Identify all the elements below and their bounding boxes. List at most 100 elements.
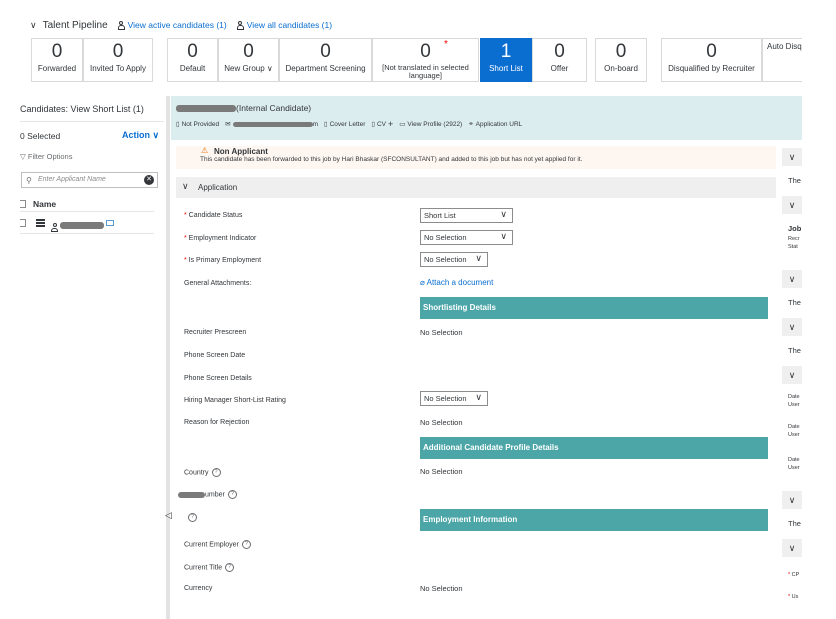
view-active-candidates-link[interactable]: View active candidates (1): [117, 20, 227, 30]
stage-tile-department-screening[interactable]: 0 Department Screening: [279, 38, 372, 82]
right-panel-text: Job: [788, 224, 802, 233]
stage-tile-new-group[interactable]: 0 New Group ∨: [218, 38, 279, 82]
candidate-links: ▯ Not Provided ✉ m ▯ Cover Letter ▯ CV + ▭ Vie…: [176, 119, 523, 129]
employment-information-header: Employment Information: [420, 509, 768, 531]
filter-icon: ▽: [20, 152, 28, 161]
row-checkbox[interactable]: [20, 219, 26, 227]
view-profile-link[interactable]: View Profile (2922): [407, 121, 462, 128]
phone-screen-details-label: Phone Screen Details: [184, 375, 252, 382]
recruiter-prescreen-value: No Selection: [420, 328, 463, 337]
action-menu-button[interactable]: Action ∨: [122, 130, 159, 141]
expand-panel-button[interactable]: ∨: [782, 539, 802, 557]
right-panel-text: Date: [788, 394, 800, 400]
help-icon[interactable]: ?: [241, 540, 251, 549]
document-icon: ▯: [324, 121, 328, 128]
chevron-down-icon[interactable]: ∨: [30, 20, 37, 31]
divider: [20, 121, 164, 122]
recruiter-prescreen-label: Recruiter Prescreen: [184, 329, 247, 336]
expand-panel-button[interactable]: ∨: [782, 318, 802, 336]
currency-value: No Selection: [420, 584, 463, 593]
divider: [20, 233, 154, 234]
chevron-down-icon: ∨: [182, 181, 189, 191]
chevron-down-icon: ∨: [475, 253, 482, 263]
person-icon: [51, 223, 58, 232]
selected-count: 0 Selected: [20, 131, 61, 141]
stage-tile-onboard[interactable]: 0 On-board: [595, 38, 647, 82]
chevron-down-icon: ∨: [475, 392, 482, 402]
select-all-checkbox[interactable]: [20, 200, 26, 208]
employment-indicator-select[interactable]: No Selection ∨: [420, 230, 513, 245]
pipeline-title: Talent Pipeline: [42, 19, 108, 31]
expand-panel-button[interactable]: ∨: [782, 366, 802, 384]
cv-link[interactable]: CV: [377, 121, 386, 128]
right-panel-text: Stat: [788, 244, 798, 250]
stage-tile-offer[interactable]: 0 Offer: [532, 38, 587, 82]
document-icon: ▯: [371, 121, 375, 128]
right-panel-text: User: [788, 465, 800, 471]
general-attachments-label: General Attachments:: [184, 280, 252, 287]
stage-tile-forwarded[interactable]: 0 Forwarded: [31, 38, 83, 82]
applicant-search-input[interactable]: ⚲ Enter Applicant Name ✕: [21, 172, 158, 188]
stage-tile-auto-disqualified[interactable]: Auto Disqu: [762, 38, 802, 82]
current-title-label: Current Title?: [184, 563, 235, 572]
right-panel-text: Date: [788, 424, 800, 430]
clear-icon[interactable]: ✕: [144, 175, 154, 185]
required-star: *: [444, 39, 448, 50]
stage-tile-disqualified[interactable]: 0 Disqualified by Recruiter: [661, 38, 762, 82]
non-applicant-warning: ⚠ Non Applicant This candidate has been …: [176, 146, 776, 169]
name-column-header[interactable]: Name: [33, 199, 56, 209]
stage-tile-short-list[interactable]: 1 Short List: [480, 38, 532, 82]
application-section-header[interactable]: ∨ Application: [176, 177, 776, 198]
help-icon[interactable]: ?: [227, 490, 237, 499]
help-icon[interactable]: ?: [211, 468, 221, 477]
menu-icon[interactable]: [36, 219, 45, 227]
primary-employment-label: * Is Primary Employment: [184, 257, 262, 264]
phone-icon: ▯: [176, 121, 180, 128]
candidate-status-select[interactable]: Short List ∨: [420, 208, 513, 223]
cover-letter-link[interactable]: Cover Letter: [330, 121, 366, 128]
expand-panel-button[interactable]: ∨: [782, 196, 802, 214]
link-icon: ⚭: [468, 121, 474, 128]
help-icon[interactable]: ?: [188, 513, 197, 522]
right-panel-text: Recr: [788, 236, 800, 242]
right-panel-text: The: [788, 176, 801, 185]
panel-splitter[interactable]: [166, 96, 170, 619]
hm-rating-select[interactable]: No Selection ∨: [420, 391, 488, 406]
divider: [20, 211, 154, 212]
stage-tile-default[interactable]: 0 Default: [167, 38, 218, 82]
employment-indicator-label: * Employment Indicator: [184, 235, 257, 242]
mail-icon: ✉: [225, 121, 231, 128]
country-value: No Selection: [420, 467, 463, 476]
help-icon[interactable]: ?: [225, 563, 235, 572]
application-url-link[interactable]: Application URL: [476, 121, 523, 128]
expand-panel-button[interactable]: ∨: [782, 491, 802, 509]
redacted-name: [176, 105, 236, 113]
phone-screen-date-label: Phone Screen Date: [184, 352, 246, 359]
reason-rejection-label: Reason for Rejection: [184, 419, 250, 426]
add-icon[interactable]: +: [388, 119, 393, 129]
country-label: Country?: [184, 468, 221, 477]
attach-document-link[interactable]: ⌀ Attach a document: [420, 278, 493, 287]
stage-tile-not-translated[interactable]: * 0 [Not translated in selected language]: [372, 38, 479, 82]
right-panel-text: The: [788, 519, 801, 528]
right-panel-text: User: [788, 432, 800, 438]
redacted-candidate-name[interactable]: [60, 222, 104, 229]
collapse-left-icon[interactable]: ◁: [165, 510, 172, 521]
mail-icon[interactable]: [106, 220, 114, 226]
shortlisting-details-header: Shortlisting Details: [420, 297, 768, 319]
filter-options-button[interactable]: ▽ Filter Options: [20, 152, 72, 161]
expand-panel-button[interactable]: ∨: [782, 148, 802, 166]
unlabeled-field: ?: [185, 513, 197, 522]
candidates-list-title: Candidates: View Short List (1): [20, 104, 144, 114]
number-label: umber?: [178, 490, 237, 499]
primary-employment-select[interactable]: No Selection ∨: [420, 252, 488, 267]
person-icon: [117, 20, 125, 30]
stage-tile-invited[interactable]: 0 Invited To Apply: [83, 38, 153, 82]
view-all-candidates-link[interactable]: View all candidates (1): [236, 20, 332, 30]
expand-panel-button[interactable]: ∨: [782, 270, 802, 288]
redacted-email: [232, 121, 313, 127]
candidate-status-label: * Candidate Status: [184, 212, 243, 219]
person-icon: [236, 20, 244, 30]
search-icon: ⚲: [26, 176, 32, 185]
right-panel-text: The: [788, 346, 801, 355]
